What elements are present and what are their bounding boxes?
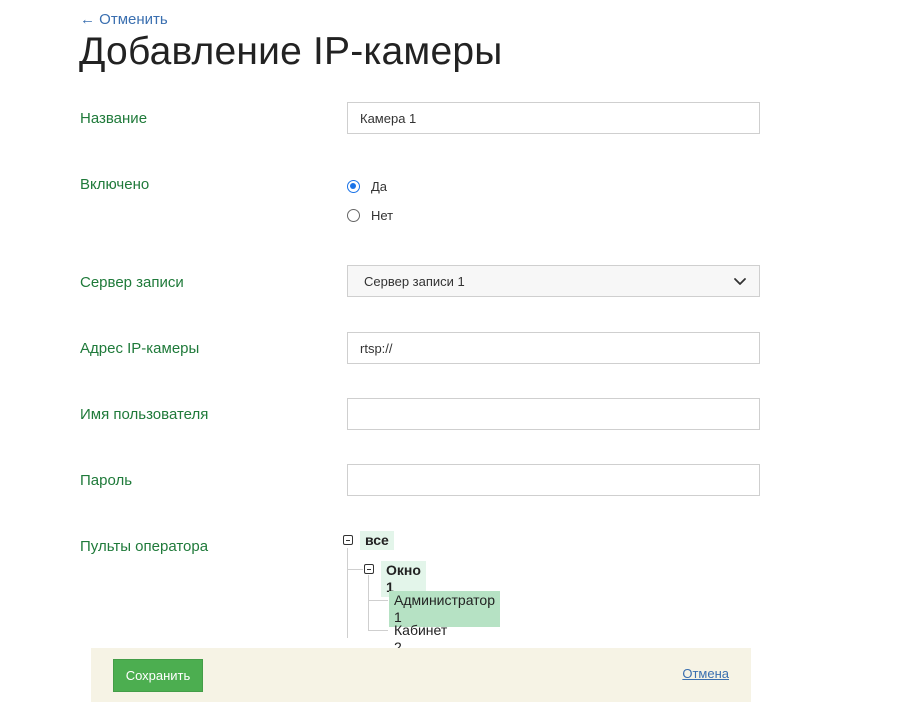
enabled-option-yes-label: Да <box>371 179 388 194</box>
record-server-label: Сервер записи <box>80 274 184 291</box>
enabled-option-no[interactable]: Нет <box>347 208 393 223</box>
radio-yes[interactable] <box>347 180 360 193</box>
password-input[interactable] <box>347 464 760 496</box>
name-input[interactable] <box>347 102 760 134</box>
tree-line <box>368 575 369 630</box>
tree-line <box>347 569 363 570</box>
enabled-label: Включено <box>80 176 150 193</box>
username-input[interactable] <box>347 398 760 430</box>
form-footer: Сохранить Отмена <box>91 648 751 702</box>
address-input[interactable] <box>347 332 760 364</box>
consoles-label: Пульты оператора <box>80 538 209 555</box>
collapse-toggle-icon[interactable] <box>364 564 374 574</box>
collapse-toggle-icon[interactable] <box>343 535 353 545</box>
address-label: Адрес IP-камеры <box>80 340 200 357</box>
save-button[interactable]: Сохранить <box>113 659 203 692</box>
page-title: Добавление IP-камеры <box>79 30 503 73</box>
cancel-back-link[interactable]: ← Отменить <box>80 11 168 28</box>
name-label: Название <box>80 110 148 127</box>
cancel-link[interactable]: Отмена <box>682 666 729 681</box>
username-label: Имя пользователя <box>80 406 209 423</box>
tree-line <box>368 630 388 631</box>
password-label: Пароль <box>80 472 133 489</box>
record-server-select[interactable]: Сервер записи 1 <box>347 265 760 297</box>
chevron-down-icon <box>734 278 746 285</box>
tree-node-root[interactable]: все <box>360 531 394 550</box>
enabled-option-no-label: Нет <box>371 208 394 223</box>
tree-line <box>347 548 348 638</box>
tree-line <box>368 600 388 601</box>
radio-no[interactable] <box>347 209 360 222</box>
enabled-option-yes[interactable]: Да <box>347 179 387 194</box>
record-server-value: Сервер записи 1 <box>364 273 465 289</box>
